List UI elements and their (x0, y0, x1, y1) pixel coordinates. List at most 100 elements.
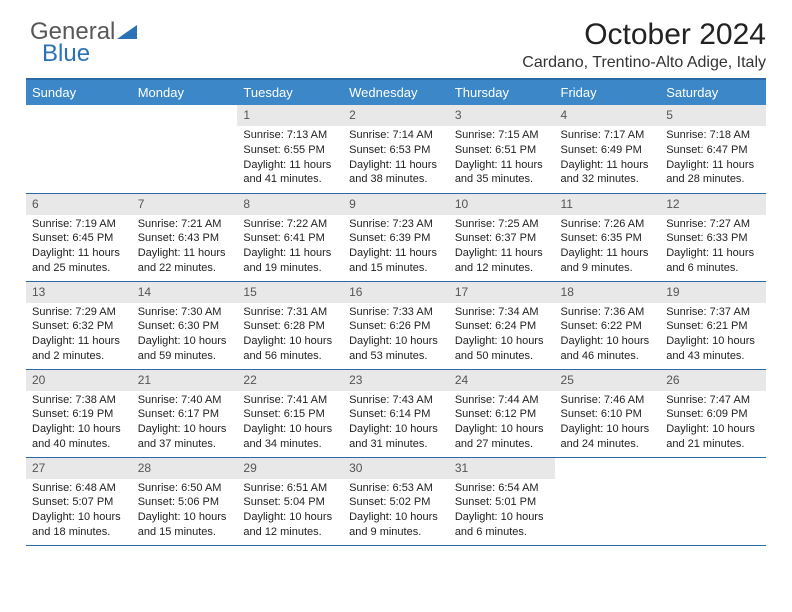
daylight1-text: Daylight: 11 hours (32, 247, 126, 261)
day-details: Sunrise: 7:36 AMSunset: 6:22 PMDaylight:… (555, 303, 661, 369)
daylight1-text: Daylight: 10 hours (666, 335, 760, 349)
sunrise-text: Sunrise: 7:14 AM (349, 129, 443, 143)
daylight2-text: and 15 minutes. (138, 526, 232, 540)
day-details: Sunrise: 6:54 AMSunset: 5:01 PMDaylight:… (449, 479, 555, 545)
sunset-text: Sunset: 6:28 PM (243, 320, 337, 334)
daylight2-text: and 40 minutes. (32, 438, 126, 452)
sunset-text: Sunset: 6:41 PM (243, 232, 337, 246)
day-number: 22 (237, 370, 343, 391)
calendar-day-cell: 17Sunrise: 7:34 AMSunset: 6:24 PMDayligh… (449, 281, 555, 369)
day-details: Sunrise: 7:17 AMSunset: 6:49 PMDaylight:… (555, 126, 661, 192)
calendar-week-row: 1Sunrise: 7:13 AMSunset: 6:55 PMDaylight… (26, 105, 766, 193)
sunset-text: Sunset: 6:14 PM (349, 408, 443, 422)
daylight1-text: Daylight: 10 hours (349, 511, 443, 525)
daylight1-text: Daylight: 10 hours (666, 423, 760, 437)
sunrise-text: Sunrise: 7:40 AM (138, 394, 232, 408)
calendar-day-cell: 14Sunrise: 7:30 AMSunset: 6:30 PMDayligh… (132, 281, 238, 369)
sunset-text: Sunset: 5:04 PM (243, 496, 337, 510)
sunset-text: Sunset: 6:53 PM (349, 144, 443, 158)
calendar-day-cell: 3Sunrise: 7:15 AMSunset: 6:51 PMDaylight… (449, 105, 555, 193)
daylight2-text: and 6 minutes. (666, 262, 760, 276)
daylight2-text: and 43 minutes. (666, 350, 760, 364)
day-number: 2 (343, 105, 449, 126)
sunset-text: Sunset: 6:12 PM (455, 408, 549, 422)
sunrise-text: Sunrise: 7:23 AM (349, 218, 443, 232)
sunrise-text: Sunrise: 6:51 AM (243, 482, 337, 496)
daylight1-text: Daylight: 10 hours (243, 335, 337, 349)
sunrise-text: Sunrise: 7:15 AM (455, 129, 549, 143)
sunrise-text: Sunrise: 7:41 AM (243, 394, 337, 408)
day-details: Sunrise: 7:14 AMSunset: 6:53 PMDaylight:… (343, 126, 449, 192)
daylight1-text: Daylight: 10 hours (349, 335, 443, 349)
calendar-day-cell: 1Sunrise: 7:13 AMSunset: 6:55 PMDaylight… (237, 105, 343, 193)
sunrise-text: Sunrise: 7:46 AM (561, 394, 655, 408)
sunrise-text: Sunrise: 7:25 AM (455, 218, 549, 232)
sunset-text: Sunset: 6:19 PM (32, 408, 126, 422)
daylight1-text: Daylight: 11 hours (243, 247, 337, 261)
weekday-header-row: Sunday Monday Tuesday Wednesday Thursday… (26, 79, 766, 105)
day-number: 26 (660, 370, 766, 391)
day-number: 12 (660, 194, 766, 215)
weekday-header: Thursday (449, 79, 555, 105)
day-details: Sunrise: 7:25 AMSunset: 6:37 PMDaylight:… (449, 215, 555, 281)
calendar-week-row: 20Sunrise: 7:38 AMSunset: 6:19 PMDayligh… (26, 369, 766, 457)
day-number: 11 (555, 194, 661, 215)
day-number: 4 (555, 105, 661, 126)
calendar-day-cell (660, 457, 766, 545)
weekday-header: Sunday (26, 79, 132, 105)
daylight2-text: and 59 minutes. (138, 350, 232, 364)
day-number: 29 (237, 458, 343, 479)
sunrise-text: Sunrise: 7:26 AM (561, 218, 655, 232)
day-number: 10 (449, 194, 555, 215)
daylight1-text: Daylight: 10 hours (455, 511, 549, 525)
daylight2-text: and 25 minutes. (32, 262, 126, 276)
day-number: 17 (449, 282, 555, 303)
daylight1-text: Daylight: 11 hours (455, 159, 549, 173)
daylight1-text: Daylight: 10 hours (455, 335, 549, 349)
calendar-day-cell: 6Sunrise: 7:19 AMSunset: 6:45 PMDaylight… (26, 193, 132, 281)
day-details: Sunrise: 7:23 AMSunset: 6:39 PMDaylight:… (343, 215, 449, 281)
sunrise-text: Sunrise: 7:37 AM (666, 306, 760, 320)
day-details: Sunrise: 7:22 AMSunset: 6:41 PMDaylight:… (237, 215, 343, 281)
calendar-day-cell (132, 105, 238, 193)
calendar-day-cell: 30Sunrise: 6:53 AMSunset: 5:02 PMDayligh… (343, 457, 449, 545)
day-number: 27 (26, 458, 132, 479)
calendar-week-row: 6Sunrise: 7:19 AMSunset: 6:45 PMDaylight… (26, 193, 766, 281)
calendar-day-cell: 5Sunrise: 7:18 AMSunset: 6:47 PMDaylight… (660, 105, 766, 193)
weekday-header: Monday (132, 79, 238, 105)
daylight1-text: Daylight: 10 hours (561, 423, 655, 437)
day-number: 31 (449, 458, 555, 479)
calendar-day-cell: 12Sunrise: 7:27 AMSunset: 6:33 PMDayligh… (660, 193, 766, 281)
calendar-day-cell: 21Sunrise: 7:40 AMSunset: 6:17 PMDayligh… (132, 369, 238, 457)
day-details: Sunrise: 7:40 AMSunset: 6:17 PMDaylight:… (132, 391, 238, 457)
daylight2-text: and 22 minutes. (138, 262, 232, 276)
day-details: Sunrise: 7:30 AMSunset: 6:30 PMDaylight:… (132, 303, 238, 369)
sunset-text: Sunset: 6:30 PM (138, 320, 232, 334)
sunrise-text: Sunrise: 7:18 AM (666, 129, 760, 143)
calendar-day-cell: 9Sunrise: 7:23 AMSunset: 6:39 PMDaylight… (343, 193, 449, 281)
calendar-day-cell: 2Sunrise: 7:14 AMSunset: 6:53 PMDaylight… (343, 105, 449, 193)
calendar-day-cell: 28Sunrise: 6:50 AMSunset: 5:06 PMDayligh… (132, 457, 238, 545)
calendar-day-cell (555, 457, 661, 545)
sunrise-text: Sunrise: 7:29 AM (32, 306, 126, 320)
daylight2-text: and 21 minutes. (666, 438, 760, 452)
daylight2-text: and 50 minutes. (455, 350, 549, 364)
calendar-day-cell: 23Sunrise: 7:43 AMSunset: 6:14 PMDayligh… (343, 369, 449, 457)
day-number: 18 (555, 282, 661, 303)
day-number: 25 (555, 370, 661, 391)
day-number: 21 (132, 370, 238, 391)
sunset-text: Sunset: 6:43 PM (138, 232, 232, 246)
calendar-day-cell: 27Sunrise: 6:48 AMSunset: 5:07 PMDayligh… (26, 457, 132, 545)
daylight2-text: and 34 minutes. (243, 438, 337, 452)
sunrise-text: Sunrise: 7:44 AM (455, 394, 549, 408)
daylight1-text: Daylight: 10 hours (32, 423, 126, 437)
sunset-text: Sunset: 6:22 PM (561, 320, 655, 334)
day-details: Sunrise: 6:50 AMSunset: 5:06 PMDaylight:… (132, 479, 238, 545)
calendar-day-cell: 16Sunrise: 7:33 AMSunset: 6:26 PMDayligh… (343, 281, 449, 369)
sunset-text: Sunset: 6:24 PM (455, 320, 549, 334)
day-number: 6 (26, 194, 132, 215)
sunset-text: Sunset: 6:32 PM (32, 320, 126, 334)
calendar-day-cell: 29Sunrise: 6:51 AMSunset: 5:04 PMDayligh… (237, 457, 343, 545)
daylight2-text: and 6 minutes. (455, 526, 549, 540)
daylight2-text: and 12 minutes. (243, 526, 337, 540)
